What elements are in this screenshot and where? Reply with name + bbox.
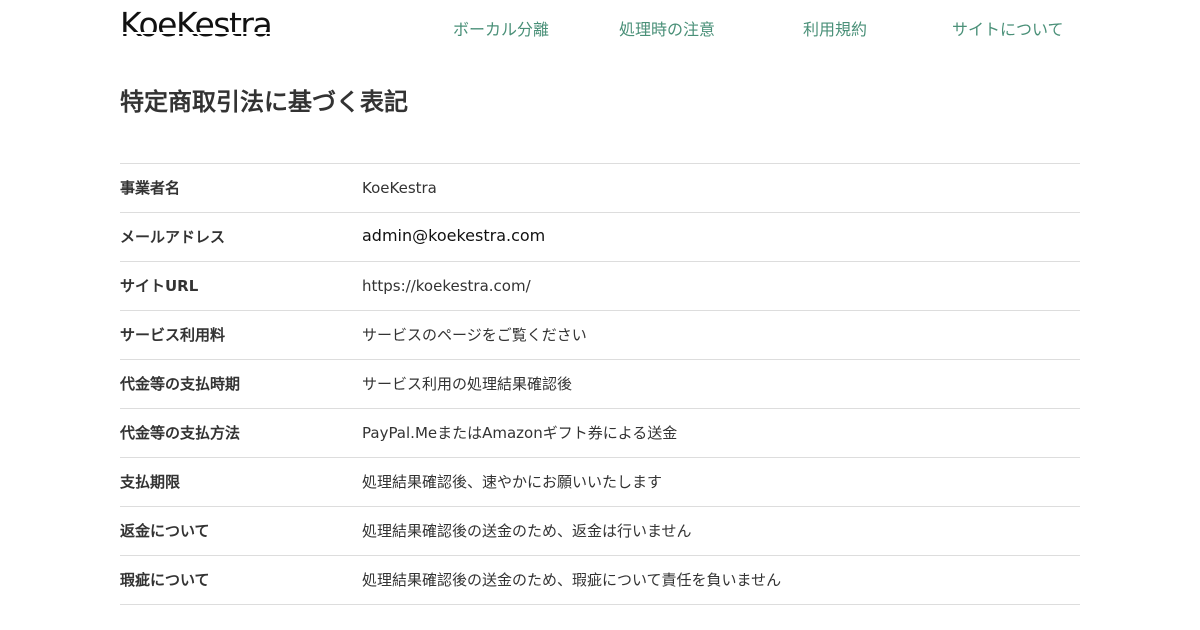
table-row-refund: 返金について 処理結果確認後の送金のため、返金は行いません <box>120 507 1080 556</box>
row-label: 瑕疵について <box>120 571 210 589</box>
table-row-payment-deadline: 支払期限 処理結果確認後、速やかにお願いいたします <box>120 458 1080 507</box>
row-label: 事業者名 <box>120 179 181 197</box>
table-row-service-fee: サービス利用料 サービスのページをご覧ください <box>120 311 1080 360</box>
nav-link-about-site[interactable]: サイトについて <box>952 17 1064 43</box>
row-label: 支払期限 <box>120 473 181 491</box>
row-value: PayPal.MeまたはAmazonギフト券による送金 <box>362 424 678 442</box>
nav-link-processing-notes[interactable]: 処理時の注意 <box>619 17 715 43</box>
row-label: 代金等の支払時期 <box>120 375 241 393</box>
row-label: サイトURL <box>120 277 199 295</box>
site-logo[interactable]: KoeKestra <box>120 6 273 44</box>
commerce-disclosure-table: 事業者名 KoeKestra メールアドレス admin@koekestra.c… <box>120 163 1080 605</box>
table-row-site-url: サイトURL https://koekestra.com/ <box>120 262 1080 311</box>
table-row-payment-method: 代金等の支払方法 PayPal.MeまたはAmazonギフト券による送金 <box>120 409 1080 458</box>
email-address: admin@koekestra.com <box>362 226 546 245</box>
table-row-business-name: 事業者名 KoeKestra <box>120 164 1080 213</box>
row-label: 返金について <box>120 522 210 540</box>
row-value: 処理結果確認後、速やかにお願いいたします <box>362 473 663 491</box>
row-label: メールアドレス <box>120 228 226 246</box>
nav-link-terms-of-use[interactable]: 利用規約 <box>803 17 867 43</box>
table-row-email: メールアドレス admin@koekestra.com <box>120 213 1080 262</box>
page-title: 特定商取引法に基づく表記 <box>120 88 408 116</box>
table-row-defect-liability: 瑕疵について 処理結果確認後の送金のため、瑕疵について責任を負いません <box>120 556 1080 605</box>
site-header: KoeKestra ボーカル分離 処理時の注意 利用規約 サイトについて <box>0 0 1200 58</box>
nav-link-vocal-separation[interactable]: ボーカル分離 <box>453 17 549 43</box>
row-value: サービスのページをご覧ください <box>362 326 587 344</box>
row-value: サービス利用の処理結果確認後 <box>362 375 573 393</box>
row-value: 処理結果確認後の送金のため、瑕疵について責任を負いません <box>362 571 782 589</box>
row-label: サービス利用料 <box>120 326 226 344</box>
row-value: KoeKestra <box>362 179 437 197</box>
row-value: 処理結果確認後の送金のため、返金は行いません <box>362 522 692 540</box>
site-url: https://koekestra.com/ <box>362 277 531 295</box>
row-label: 代金等の支払方法 <box>120 424 241 442</box>
table-row-payment-timing: 代金等の支払時期 サービス利用の処理結果確認後 <box>120 360 1080 409</box>
